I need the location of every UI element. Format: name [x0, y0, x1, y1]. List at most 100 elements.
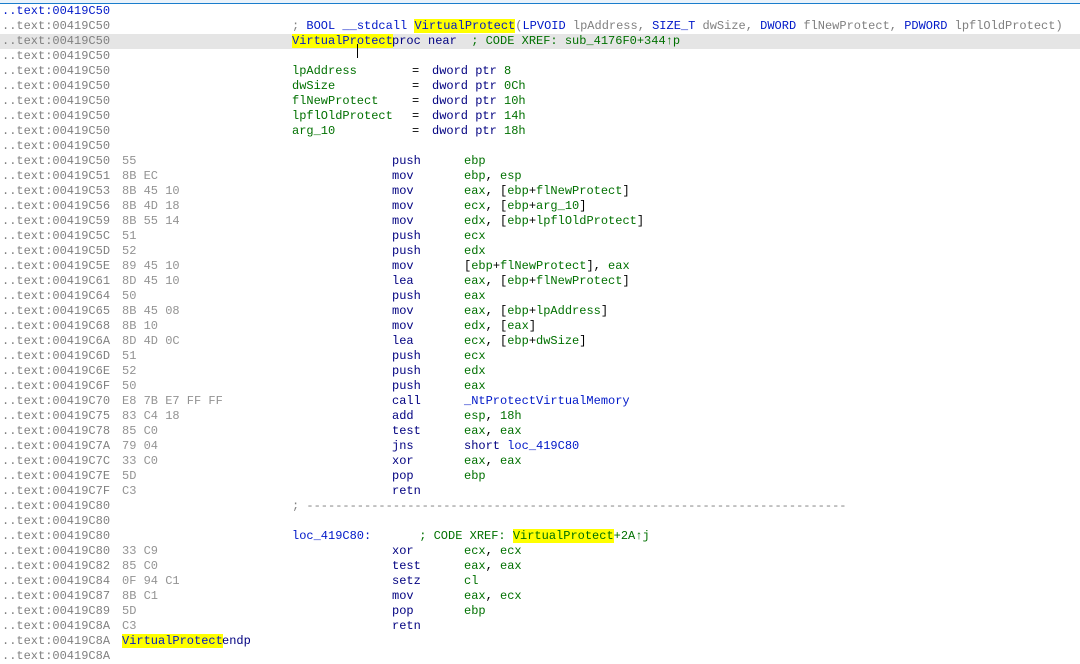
operands[interactable]: ebp [464, 469, 486, 483]
mnemonic[interactable]: retn [392, 484, 464, 499]
disasm-line[interactable]: ..text:00419C568B 4D 18movecx, [ebp+arg_… [0, 199, 1080, 214]
address-column[interactable]: ..text:00419C50 [2, 49, 122, 64]
code-xref-target[interactable]: sub_4176F0+344 [565, 34, 666, 48]
register-ref[interactable]: eax [500, 454, 522, 468]
disasm-line[interactable]: ..text:00419C7885 C0testeax, eax [0, 424, 1080, 439]
disasm-line[interactable]: ..text:00419C5E89 45 10mov[ebp+flNewProt… [0, 259, 1080, 274]
disasm-line[interactable]: ..text:00419C538B 45 10moveax, [ebp+flNe… [0, 184, 1080, 199]
address-column[interactable]: ..text:00419C87 [2, 589, 122, 604]
disasm-line[interactable]: ..text:00419C50 [0, 4, 1080, 19]
disasm-line[interactable]: ..text:00419C50arg_10= dword ptr 18h [0, 124, 1080, 139]
address-column[interactable]: ..text:00419C78 [2, 424, 122, 439]
register-ref[interactable]: eax [500, 559, 522, 573]
address-column[interactable]: ..text:00419C7F [2, 484, 122, 499]
register-ref[interactable]: ebp [507, 214, 529, 228]
address-column[interactable]: ..text:00419C8A [2, 649, 122, 664]
register-ref[interactable]: ebp [471, 259, 493, 273]
register-ref[interactable]: ecx [464, 229, 486, 243]
address-column[interactable]: ..text:00419C56 [2, 199, 122, 214]
register-ref[interactable]: ebp [464, 169, 486, 183]
function-name[interactable]: VirtualProtect [122, 634, 222, 649]
disasm-line[interactable]: ..text:00419C80 [0, 514, 1080, 529]
register-ref[interactable]: ecx [464, 544, 486, 558]
mnemonic[interactable]: xor [392, 454, 464, 469]
mnemonic[interactable]: push [392, 364, 464, 379]
disasm-line[interactable]: ..text:00419C895Dpopebp [0, 604, 1080, 619]
disasm-line[interactable]: ..text:00419C8AVirtualProtectendp [0, 634, 1080, 649]
stack-var-name[interactable]: flNewProtect [292, 94, 412, 109]
disasm-line[interactable]: ..text:00419C5055pushebp [0, 154, 1080, 169]
register-ref[interactable]: ebp [507, 304, 529, 318]
operands[interactable]: ebp [464, 604, 486, 618]
mnemonic[interactable]: jns [392, 439, 464, 454]
disasm-line[interactable]: ..text:00419C7FC3retn [0, 484, 1080, 499]
mnemonic[interactable]: lea [392, 334, 464, 349]
disasm-line[interactable]: ..text:00419C6F50pusheax [0, 379, 1080, 394]
register-ref[interactable]: eax [464, 454, 486, 468]
symbol-ref[interactable]: loc_419C80 [507, 439, 579, 453]
symbol-ref[interactable]: dwSize [536, 334, 579, 348]
mnemonic[interactable]: push [392, 349, 464, 364]
register-ref[interactable]: eax [464, 559, 486, 573]
register-ref[interactable]: eax [507, 319, 529, 333]
disasm-line[interactable]: ..text:00419C518B ECmovebp, esp [0, 169, 1080, 184]
symbol-ref[interactable]: 18h [500, 409, 522, 423]
operands[interactable]: eax, eax [464, 559, 522, 573]
register-ref[interactable]: cl [464, 574, 478, 588]
operands[interactable]: [ebp+flNewProtect], eax [464, 259, 630, 273]
register-ref[interactable]: eax [464, 289, 486, 303]
stack-var-name[interactable]: lpflOldProtect [292, 109, 412, 124]
address-column[interactable]: ..text:00419C51 [2, 169, 122, 184]
stack-var-name[interactable]: dwSize [292, 79, 412, 94]
symbol-ref[interactable]: arg_10 [536, 199, 579, 213]
address-column[interactable]: ..text:00419C7A [2, 439, 122, 454]
address-column[interactable]: ..text:00419C6D [2, 349, 122, 364]
mnemonic[interactable]: mov [392, 214, 464, 229]
disasm-line[interactable]: ..text:00419C8285 C0testeax, eax [0, 559, 1080, 574]
register-ref[interactable]: ecx [464, 349, 486, 363]
code-xref-target[interactable]: VirtualProtect [513, 529, 614, 543]
mnemonic[interactable]: test [392, 424, 464, 439]
register-ref[interactable]: ecx [464, 199, 486, 213]
address-column[interactable]: ..text:00419C80 [2, 529, 122, 544]
mnemonic[interactable]: pop [392, 469, 464, 484]
operands[interactable]: short loc_419C80 [464, 439, 579, 453]
disasm-line[interactable]: ..text:00419C6A8D 4D 0Cleaecx, [ebp+dwSi… [0, 334, 1080, 349]
disasm-line[interactable]: ..text:00419C8033 C9xorecx, ecx [0, 544, 1080, 559]
stack-var-name[interactable]: lpAddress [292, 64, 412, 79]
register-ref[interactable]: eax [464, 184, 486, 198]
mnemonic[interactable]: push [392, 289, 464, 304]
symbol-ref[interactable]: lpflOldProtect [536, 214, 637, 228]
address-column[interactable]: ..text:00419C50 [2, 79, 122, 94]
address-column[interactable]: ..text:00419C6F [2, 379, 122, 394]
register-ref[interactable]: edx [464, 364, 486, 378]
disasm-line[interactable]: ..text:00419C50; BOOL __stdcall VirtualP… [0, 19, 1080, 34]
operands[interactable]: eax, [ebp+lpAddress] [464, 304, 608, 318]
symbol-ref[interactable]: flNewProtect [536, 274, 622, 288]
symbol-ref[interactable]: _NtProtectVirtualMemory [464, 394, 630, 408]
operands[interactable]: ebp, esp [464, 169, 522, 183]
address-column[interactable]: ..text:00419C82 [2, 559, 122, 574]
disasm-line[interactable]: ..text:00419C658B 45 08moveax, [ebp+lpAd… [0, 304, 1080, 319]
operands[interactable]: eax [464, 289, 486, 303]
disasm-line[interactable]: ..text:00419C50 [0, 139, 1080, 154]
disasm-line[interactable]: ..text:00419C6E52pushedx [0, 364, 1080, 379]
address-column[interactable]: ..text:00419C84 [2, 574, 122, 589]
address-column[interactable]: ..text:00419C7C [2, 454, 122, 469]
local-label[interactable]: loc_419C80: [292, 529, 412, 544]
mnemonic[interactable]: pop [392, 604, 464, 619]
mnemonic[interactable]: push [392, 229, 464, 244]
operands[interactable]: eax [464, 379, 486, 393]
mnemonic[interactable]: mov [392, 259, 464, 274]
disasm-line[interactable]: ..text:00419C598B 55 14movedx, [ebp+lpfl… [0, 214, 1080, 229]
disasm-line[interactable]: ..text:00419C50VirtualProtectproc near ;… [0, 34, 1080, 49]
disasm-line[interactable]: ..text:00419C80; -----------------------… [0, 499, 1080, 514]
mnemonic[interactable]: mov [392, 184, 464, 199]
mnemonic[interactable]: push [392, 244, 464, 259]
register-ref[interactable]: ebp [507, 334, 529, 348]
disasm-line[interactable]: ..text:00419C618D 45 10leaeax, [ebp+flNe… [0, 274, 1080, 289]
address-column[interactable]: ..text:00419C7E [2, 469, 122, 484]
address-column[interactable]: ..text:00419C80 [2, 544, 122, 559]
mnemonic[interactable]: setz [392, 574, 464, 589]
mnemonic[interactable]: push [392, 379, 464, 394]
